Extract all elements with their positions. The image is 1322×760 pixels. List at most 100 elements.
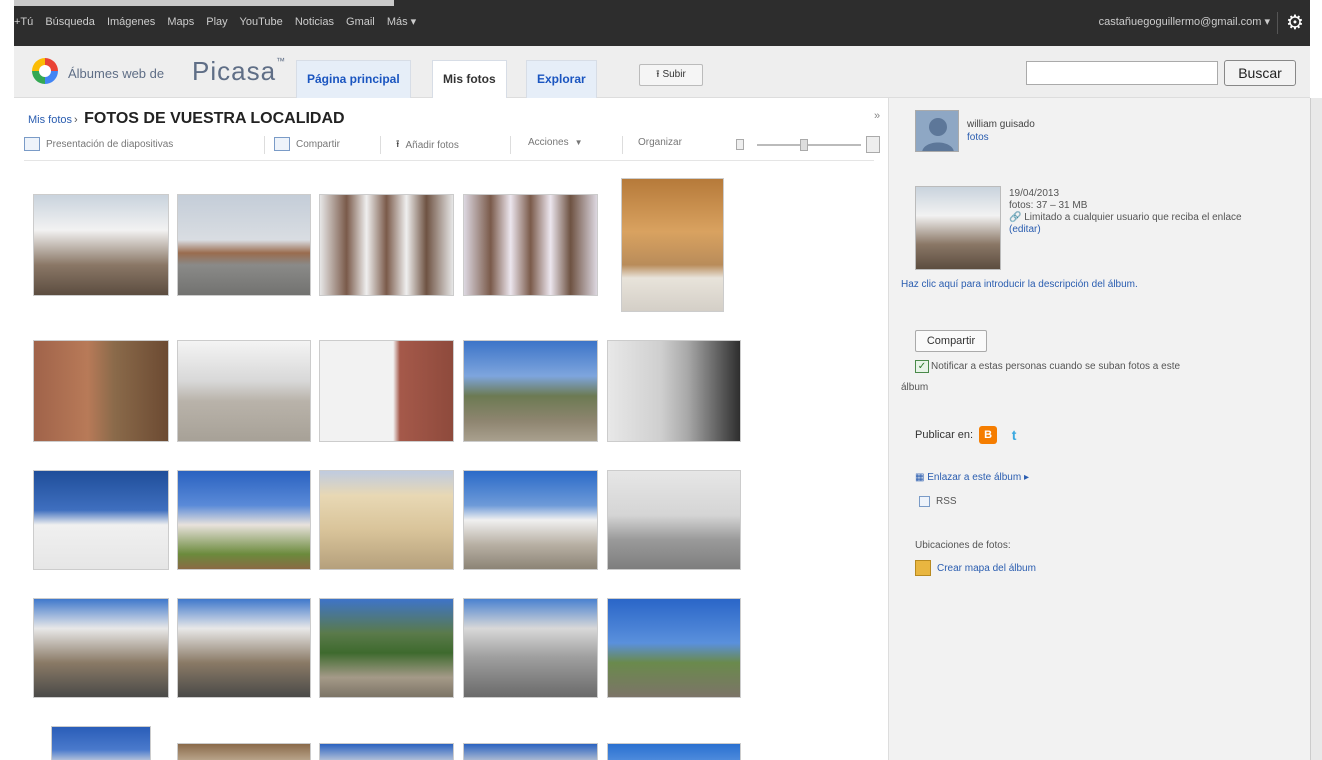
slideshow-icon: [24, 137, 40, 151]
nav-youtube[interactable]: YouTube: [240, 16, 283, 28]
link-share-icon: 🔗: [1009, 212, 1022, 223]
photo-thumbnail[interactable]: [177, 340, 311, 442]
add-photos-label: Añadir fotos: [405, 140, 459, 151]
upload-icon: ⭱: [656, 69, 660, 80]
photo-thumbnail[interactable]: [621, 178, 724, 312]
avatar[interactable]: [915, 110, 959, 152]
blogger-icon[interactable]: B: [979, 426, 998, 444]
edit-sharing-link[interactable]: (editar): [1009, 224, 1299, 236]
search-button[interactable]: Buscar: [1224, 60, 1296, 86]
organize-button[interactable]: Organizar: [638, 137, 682, 148]
add-description-link[interactable]: Haz clic aquí para introducir la descrip…: [901, 279, 1138, 290]
album-main: Mis fotos › FOTOS DE VUESTRA LOCALIDAD Pr…: [14, 98, 886, 760]
slideshow-button[interactable]: Presentación de diapositivas: [24, 137, 173, 151]
photo-thumbnail[interactable]: [319, 194, 454, 296]
photo-thumbnail[interactable]: [319, 743, 454, 760]
share-button[interactable]: Compartir: [915, 330, 987, 352]
rss-icon: [919, 496, 930, 507]
nav-more[interactable]: Más ▾: [387, 16, 416, 28]
owner-name[interactable]: william guisado: [967, 118, 1035, 131]
photo-thumbnail[interactable]: [33, 194, 169, 296]
owner-info: william guisado fotos: [967, 118, 1035, 144]
photo-thumbnail[interactable]: [463, 743, 598, 760]
breadcrumb: Mis fotos › FOTOS DE VUESTRA LOCALIDAD: [28, 110, 345, 128]
nav-maps[interactable]: Maps: [167, 16, 194, 28]
picasa-header: Álbumes web de Picasa™ Página principal …: [14, 46, 1310, 98]
person-silhouette-icon: [922, 118, 954, 151]
slideshow-label: Presentación de diapositivas: [46, 138, 174, 150]
embed-icon: ▦: [915, 472, 925, 483]
photo-thumbnail[interactable]: [33, 340, 169, 442]
actions-label: Acciones: [528, 137, 569, 148]
photo-thumbnail[interactable]: [319, 340, 454, 442]
nav-news[interactable]: Noticias: [295, 16, 334, 28]
tab-explore[interactable]: Explorar: [526, 60, 597, 98]
share-label: Compartir: [296, 138, 340, 150]
photo-thumbnail[interactable]: [33, 598, 169, 698]
thumbnail-size-slider[interactable]: [757, 144, 861, 146]
actions-menu[interactable]: Acciones ▼: [528, 137, 583, 148]
notify-checkbox[interactable]: ✓: [915, 360, 929, 373]
toolbar-divider-line: [24, 160, 874, 161]
nav-plus[interactable]: +Tú: [14, 16, 33, 28]
photo-thumbnail[interactable]: [319, 470, 454, 570]
nav-search[interactable]: Búsqueda: [45, 16, 95, 28]
photo-thumbnail[interactable]: [463, 470, 598, 570]
zoom-out-icon[interactable]: [736, 139, 744, 150]
scrollbar[interactable]: [1310, 98, 1322, 760]
photo-thumbnail[interactable]: [463, 194, 598, 296]
photo-thumbnail[interactable]: [177, 743, 311, 760]
nav-play[interactable]: Play: [206, 16, 227, 28]
album-info: 19/04/2013 fotos: 37 – 31 MB 🔗 Limitado …: [1009, 188, 1299, 236]
photo-thumbnail[interactable]: [319, 598, 454, 698]
map-link-label: Crear mapa del álbum: [937, 562, 1036, 574]
photo-thumbnail[interactable]: [33, 470, 169, 570]
slider-handle[interactable]: [800, 139, 808, 151]
twitter-icon[interactable]: t: [1005, 426, 1023, 444]
rss-link[interactable]: RSS: [919, 496, 957, 507]
photo-thumbnail[interactable]: [177, 598, 311, 698]
share-button-toolbar[interactable]: Compartir: [274, 137, 340, 151]
logo-subtitle: Álbumes web de: [68, 66, 165, 81]
photo-thumbnail[interactable]: [463, 340, 598, 442]
zoom-in-icon[interactable]: [866, 136, 880, 153]
tab-home[interactable]: Página principal: [296, 60, 411, 98]
notify-label: Notificar a estas personas cuando se sub…: [931, 361, 1181, 373]
gear-icon[interactable]: ⚙: [1284, 12, 1306, 34]
sharing-text: Limitado a cualquier usuario que reciba …: [1024, 212, 1242, 223]
upload-button[interactable]: ⭱ Subir: [639, 64, 703, 86]
notify-option: ✓ Notificar a estas personas cuando se su…: [915, 360, 1285, 373]
locations-label: Ubicaciones de fotos:: [915, 540, 1011, 551]
album-title: FOTOS DE VUESTRA LOCALIDAD: [84, 110, 345, 127]
account-menu[interactable]: castañuegoguillermo@gmail.com ▾: [1099, 15, 1270, 28]
collapse-sidebar-icon[interactable]: »: [874, 110, 888, 130]
search-input[interactable]: [1026, 61, 1218, 85]
picasa-wordmark[interactable]: Picasa™: [192, 56, 286, 87]
sharing-status: 🔗 Limitado a cualquier usuario que recib…: [1009, 212, 1299, 224]
tab-my-photos[interactable]: Mis fotos: [432, 60, 507, 98]
embed-label: Enlazar a este álbum ▸: [927, 472, 1029, 483]
photo-thumbnail[interactable]: [463, 598, 598, 698]
toolbar-divider: [380, 136, 381, 154]
browser-tab-strip: [14, 0, 394, 6]
nav-gmail[interactable]: Gmail: [346, 16, 375, 28]
embed-album-link[interactable]: ▦ Enlazar a este álbum ▸: [915, 472, 1029, 483]
album-cover: [915, 186, 1001, 270]
owner-photos-link[interactable]: fotos: [967, 131, 1035, 144]
upload-arrow-icon: ⭱: [396, 139, 400, 150]
photo-thumbnail[interactable]: [607, 340, 741, 442]
photo-thumbnail[interactable]: [177, 194, 311, 296]
photo-thumbnail[interactable]: [177, 470, 311, 570]
nav-images[interactable]: Imágenes: [107, 16, 155, 28]
photo-thumbnail[interactable]: [607, 598, 741, 698]
create-map-link[interactable]: Crear mapa del álbum: [915, 560, 1036, 576]
breadcrumb-my-photos[interactable]: Mis fotos: [28, 114, 72, 126]
add-photos-button[interactable]: ⭱ Añadir fotos: [396, 137, 459, 154]
mail-icon: [274, 137, 290, 151]
photo-thumbnail[interactable]: [607, 470, 741, 570]
publish-label: Publicar en:: [915, 429, 974, 441]
notify-label-cont: álbum: [901, 382, 929, 393]
google-nav: +Tú Búsqueda Imágenes Maps Play YouTube …: [14, 15, 425, 28]
photo-thumbnail[interactable]: [51, 726, 151, 760]
photo-thumbnail[interactable]: [607, 743, 741, 760]
